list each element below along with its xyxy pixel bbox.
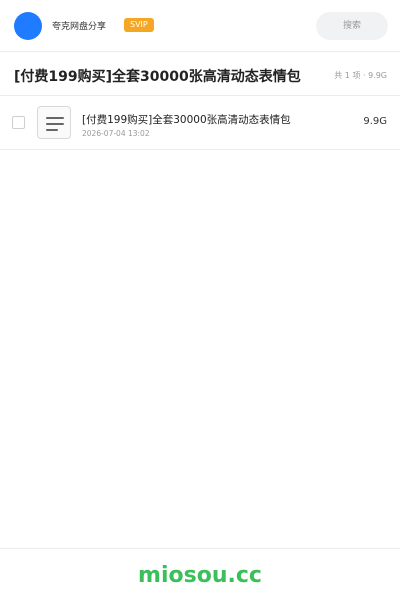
file-checkbox[interactable] xyxy=(12,116,25,129)
avatar[interactable] xyxy=(14,12,42,40)
svip-badge: SVIP xyxy=(124,18,154,32)
footer: miosou.cc xyxy=(0,548,400,600)
share-title-bar: [付费199购买]全套30000张高清动态表情包 共 1 项 · 9.9G xyxy=(0,53,400,96)
file-date: 2026-07-04 13:02 xyxy=(82,129,150,138)
file-name[interactable]: [付费199购买]全套30000张高清动态表情包 xyxy=(82,112,291,127)
top-header: 夸克网盘分享 SVIP 搜索 xyxy=(0,0,400,52)
page-title: [付费199购买]全套30000张高清动态表情包 xyxy=(14,69,301,85)
site-link[interactable]: miosou.cc xyxy=(0,563,400,588)
share-meta: 共 1 项 · 9.9G xyxy=(334,71,387,80)
file-row[interactable]: [付费199购买]全套30000张高清动态表情包 2026-07-04 13:0… xyxy=(0,97,400,150)
folder-list-icon xyxy=(37,106,71,139)
search-input[interactable]: 搜索 xyxy=(316,12,388,40)
username[interactable]: 夸克网盘分享 xyxy=(52,19,106,32)
file-size: 9.9G xyxy=(363,116,387,127)
